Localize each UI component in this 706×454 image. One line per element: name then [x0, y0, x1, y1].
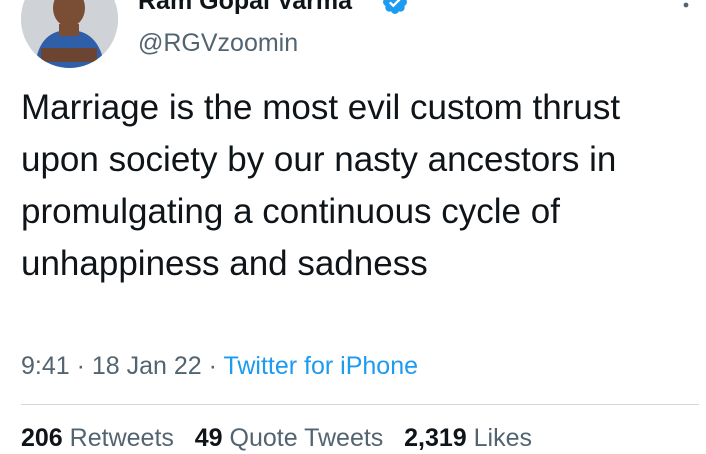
tweet-meta: 9:41 · 18 Jan 22 · Twitter for iPhone	[21, 350, 418, 382]
tweet-source-link[interactable]: Twitter for iPhone	[223, 352, 418, 380]
profile-photo	[21, 0, 118, 68]
quotes-count: 49	[194, 424, 223, 452]
quotes-label: Quote Tweets	[229, 424, 384, 452]
more-options-icon[interactable]	[676, 0, 696, 18]
retweets-count: 206	[21, 424, 63, 452]
tweet-time[interactable]: 9:41	[21, 352, 70, 380]
display-name[interactable]: Ram Gopal Varma	[138, 0, 352, 15]
user-handle[interactable]: @RGVzoomin	[138, 28, 298, 58]
tweet-stats: 206 Retweets 49 Quote Tweets 2,319 Likes	[21, 422, 532, 454]
likes-count: 2,319	[404, 424, 467, 452]
tweet-text: Marriage is the most evil custom thrust …	[21, 88, 621, 283]
verified-badge-icon	[383, 0, 407, 14]
retweets-label: Retweets	[69, 424, 174, 452]
tweet-date[interactable]: 18 Jan 22	[92, 352, 202, 380]
divider	[21, 404, 699, 405]
retweets-stat[interactable]: 206 Retweets	[21, 424, 174, 452]
likes-stat[interactable]: 2,319 Likes	[404, 424, 532, 452]
meta-separator: ·	[201, 352, 224, 380]
quote-tweets-stat[interactable]: 49 Quote Tweets	[195, 424, 384, 452]
meta-separator: ·	[69, 352, 92, 380]
likes-label: Likes	[473, 424, 533, 452]
avatar[interactable]	[21, 0, 118, 68]
